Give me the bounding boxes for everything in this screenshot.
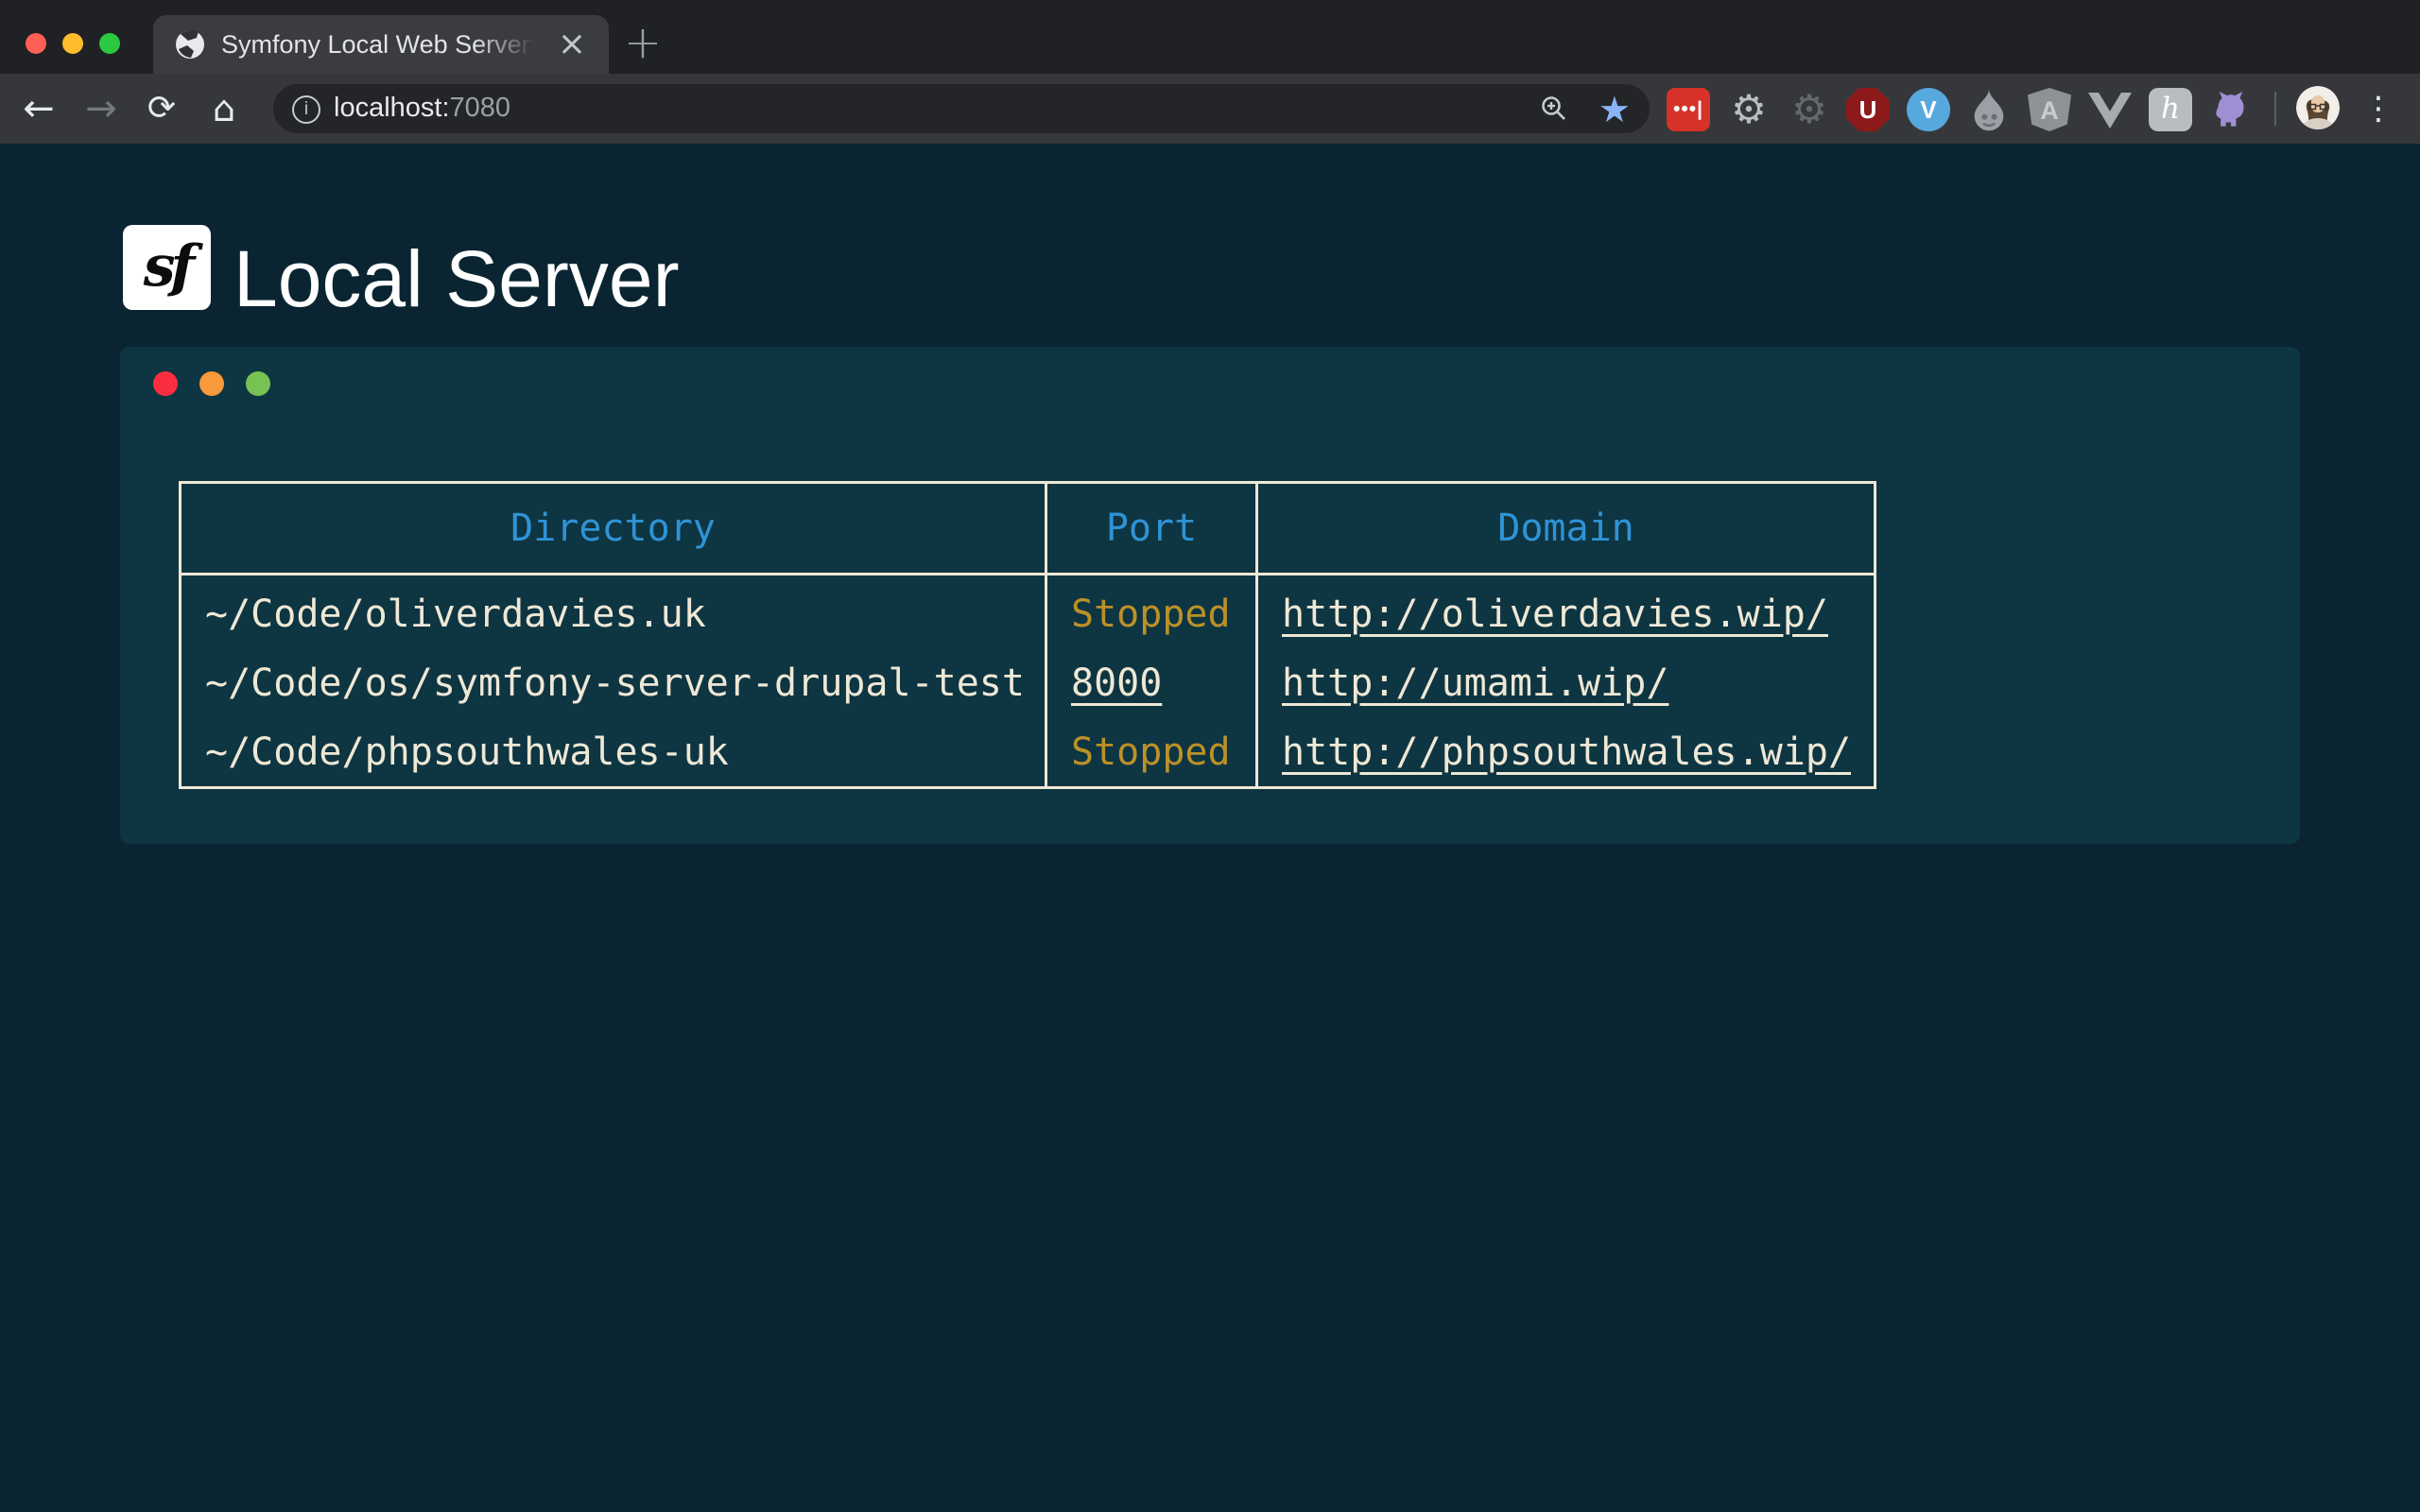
honey-icon[interactable]: h xyxy=(2149,88,2192,131)
domain-cell: http://phpsouthwales.wip/ xyxy=(1257,717,1876,788)
browser-tab[interactable]: Symfony Local Web Server: Prox × xyxy=(153,15,609,74)
reload-button[interactable]: ⟳ xyxy=(139,74,184,144)
globe-favicon-icon xyxy=(174,28,206,60)
tab-close-icon[interactable]: × xyxy=(558,24,586,65)
url-port: 7080 xyxy=(450,93,511,123)
window-zoom-button[interactable] xyxy=(99,33,120,54)
directory-cell: ~/Code/os/symfony-server-drupal-test xyxy=(181,648,1046,717)
column-header-domain: Domain xyxy=(1257,483,1876,575)
tab-title-fade xyxy=(475,21,552,68)
vue-icon[interactable] xyxy=(2088,93,2132,129)
panel-dot-green xyxy=(246,371,270,396)
table-row: ~/Code/os/symfony-server-drupal-test 800… xyxy=(181,648,1876,717)
table-row: ~/Code/phpsouthwales-uk Stopped http://p… xyxy=(181,717,1876,788)
site-info-icon[interactable]: i xyxy=(292,95,320,124)
directory-cell: ~/Code/phpsouthwales-uk xyxy=(181,717,1046,788)
table-row: ~/Code/oliverdavies.uk Stopped http://ol… xyxy=(181,575,1876,649)
back-button[interactable]: ← xyxy=(16,74,61,144)
domain-link[interactable]: http://phpsouthwales.wip/ xyxy=(1282,730,1851,774)
column-header-directory: Directory xyxy=(181,483,1046,575)
port-cell: Stopped xyxy=(1046,717,1257,788)
profile-avatar[interactable] xyxy=(2296,86,2340,129)
symfony-logo-text: sf xyxy=(144,233,191,300)
domain-cell: http://oliverdavies.wip/ xyxy=(1257,575,1876,649)
domain-link[interactable]: http://umami.wip/ xyxy=(1282,662,1668,705)
ublock-icon[interactable]: U xyxy=(1846,88,1890,131)
port-status: Stopped xyxy=(1071,593,1231,636)
page-title: Local Server xyxy=(233,236,680,321)
lastpass-icon[interactable]: •••| xyxy=(1667,88,1710,131)
servers-table: Directory Port Domain ~/Code/oliverdavie… xyxy=(179,481,1876,789)
domain-cell: http://umami.wip/ xyxy=(1257,648,1876,717)
url-bar[interactable]: i localhost:7080 ★ xyxy=(273,84,1650,133)
panel-dot-orange xyxy=(199,371,224,396)
toolbar: ← → ⟳ ⌂ i localhost:7080 ★ •••| ⚙ ⚙ U V … xyxy=(0,74,2420,144)
gear-dark-icon[interactable]: ⚙ xyxy=(1788,88,1831,131)
zoom-magnifier-icon[interactable] xyxy=(1540,94,1568,123)
angular-icon[interactable]: A xyxy=(2028,88,2071,131)
column-header-port: Port xyxy=(1046,483,1257,575)
forward-button[interactable]: → xyxy=(78,74,124,144)
url-host: localhost: xyxy=(334,93,450,123)
symfony-proxy-page: sf Local Server Directory Port Domain ~/… xyxy=(0,144,2420,1512)
toolbar-separator xyxy=(2274,92,2276,126)
window-minimize-button[interactable] xyxy=(62,33,83,54)
terminal-panel: Directory Port Domain ~/Code/oliverdavie… xyxy=(120,347,2300,844)
browser-menu-icon[interactable]: ⋮ xyxy=(2362,74,2394,144)
directory-cell: ~/Code/oliverdavies.uk xyxy=(181,575,1046,649)
symfony-logo: sf xyxy=(123,225,211,310)
domain-link[interactable]: http://oliverdavies.wip/ xyxy=(1282,593,1828,636)
titlebar: Symfony Local Web Server: Prox × + xyxy=(0,0,2420,74)
window-close-button[interactable] xyxy=(26,33,46,54)
drupal-icon[interactable] xyxy=(1967,88,2011,131)
port-link[interactable]: 8000 xyxy=(1071,662,1162,705)
bookmark-star-icon[interactable]: ★ xyxy=(1599,86,1631,133)
port-status: Stopped xyxy=(1071,730,1231,774)
gear-icon[interactable]: ⚙ xyxy=(1727,88,1771,131)
github-octocat-icon[interactable] xyxy=(2209,88,2253,131)
vimium-icon[interactable]: V xyxy=(1907,88,1950,131)
home-button[interactable]: ⌂ xyxy=(201,74,247,144)
table-header-row: Directory Port Domain xyxy=(181,483,1876,575)
port-cell: Stopped xyxy=(1046,575,1257,649)
new-tab-button[interactable]: + xyxy=(616,17,669,70)
url-text: localhost:7080 xyxy=(334,93,510,124)
port-cell: 8000 xyxy=(1046,648,1257,717)
panel-dot-red xyxy=(153,371,178,396)
